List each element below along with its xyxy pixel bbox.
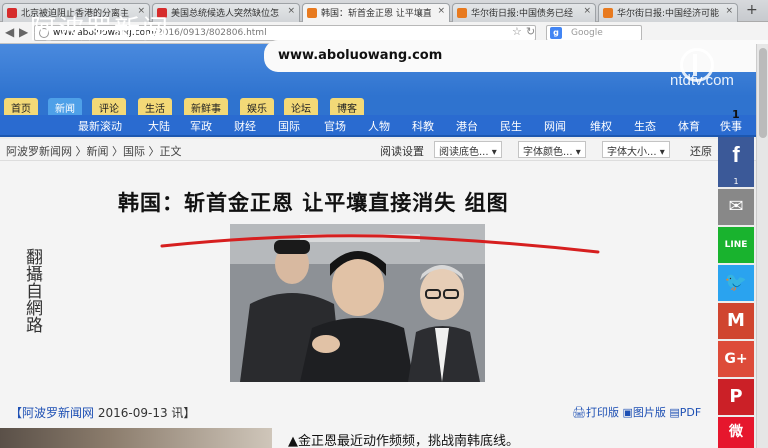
font-color-select[interactable]: 字体颜色... ▾ — [518, 141, 586, 158]
top-nav-blog[interactable]: 博客 — [330, 98, 364, 115]
google-plus-share-button[interactable]: G+ — [718, 341, 754, 377]
reload-icon[interactable]: ↻ — [526, 25, 535, 38]
category-latest[interactable]: 最新滚动 — [78, 118, 122, 134]
line-share-button[interactable]: LINE — [718, 227, 754, 263]
category-international[interactable]: 国际 — [278, 118, 300, 134]
watermark-text: ntdtv.com — [670, 72, 734, 89]
facebook-share-button[interactable]: f 1 — [718, 137, 754, 187]
article-teaser: ▲金正恩最近动作频频，挑战南韩底线。 — [288, 434, 519, 448]
close-tab-icon[interactable]: × — [583, 6, 591, 16]
red-underline-mark — [160, 234, 600, 254]
restore-button[interactable]: 还原 — [690, 143, 712, 159]
dateline-date: 2016-09-13 讯】 — [97, 406, 196, 420]
reading-settings-label: 阅读设置 — [380, 145, 424, 158]
photo-caption-vertical: 翻攝自網路 — [22, 248, 42, 333]
category-people[interactable]: 人物 — [368, 118, 390, 134]
category-livelihood[interactable]: 民生 — [500, 118, 522, 134]
site-top-nav: 首页 新闻 评论 生活 新鲜事 娱乐 论坛 博客 — [0, 96, 768, 115]
browser-tab-4[interactable]: 华尔街日报:中国债务已经 × — [452, 3, 596, 22]
article-dateline: 【阿波罗新闻网 2016-09-13 讯】 — [10, 404, 195, 421]
site-domain: www.aboluowang.com — [278, 48, 443, 63]
favicon-icon — [307, 8, 317, 18]
category-mainland[interactable]: 大陆 — [148, 118, 170, 134]
font-size-select[interactable]: 字体大小... ▾ — [602, 141, 670, 158]
forward-button[interactable]: ▶ — [19, 25, 28, 39]
facebook-icon: f — [732, 142, 740, 167]
favicon-icon — [457, 8, 467, 18]
favicon-icon — [603, 8, 613, 18]
google-icon: g — [550, 27, 562, 39]
top-nav-ent[interactable]: 娱乐 — [240, 98, 274, 115]
pinterest-share-button[interactable]: P — [718, 379, 754, 415]
url-path: /2016/0913/802806.html — [153, 28, 267, 38]
toolbar-row: 阿波罗新闻网 〉新闻 〉国际 〉正文 阅读设置 阅读底色... ▾ 字体颜色..… — [0, 139, 768, 161]
search-placeholder: Google — [571, 28, 603, 38]
facebook-count: 1 — [733, 177, 739, 186]
close-tab-icon[interactable]: × — [725, 6, 733, 16]
new-tab-button[interactable]: + — [746, 2, 758, 18]
twitter-share-button[interactable]: 🐦 — [718, 265, 754, 301]
search-input[interactable]: g Google — [546, 25, 642, 41]
background-color-select[interactable]: 阅读底色... ▾ — [434, 141, 502, 158]
pinterest-icon: P — [729, 386, 743, 407]
email-share-button[interactable]: ✉ — [718, 189, 754, 225]
google-plus-icon: G+ — [724, 351, 748, 367]
print-version-links[interactable]: 🖨打印版 ▣图片版 ▤PDF — [572, 404, 701, 420]
weibo-icon: 微 — [729, 424, 743, 440]
browser-tab-5[interactable]: 华尔街日报:中国经济可能 × — [598, 3, 738, 22]
share-count: 1 — [732, 108, 740, 121]
category-rights[interactable]: 维权 — [590, 118, 612, 134]
select-value: 阅读底色... — [439, 147, 489, 158]
twitter-icon: 🐦 — [724, 272, 748, 293]
category-officialdom[interactable]: 官场 — [324, 118, 346, 134]
breadcrumb[interactable]: 阿波罗新闻网 〉新闻 〉国际 〉正文 — [6, 143, 182, 159]
bookmark-star-icon[interactable]: ☆ — [512, 25, 522, 38]
select-value: 字体颜色... — [523, 147, 573, 158]
close-tab-icon[interactable]: × — [287, 6, 295, 16]
mail-icon: ✉ — [728, 196, 744, 217]
top-nav-life[interactable]: 生活 — [138, 98, 172, 115]
back-button[interactable]: ◀ — [5, 25, 14, 39]
category-bar: 最新滚动 大陆 军政 财经 国际 官场 人物 科教 港台 民生 网闻 维权 生态… — [0, 115, 768, 137]
gmail-icon: M — [727, 310, 745, 331]
page-scrollbar[interactable] — [756, 44, 768, 448]
category-web[interactable]: 网闻 — [544, 118, 566, 134]
scrollbar-thumb[interactable] — [759, 48, 767, 138]
category-finance[interactable]: 财经 — [234, 118, 256, 134]
line-icon: LINE — [724, 240, 748, 250]
browser-tab-2[interactable]: 美国总统候选人突然缺位怎 × — [152, 3, 300, 22]
category-ecology[interactable]: 生态 — [634, 118, 656, 134]
top-nav-fresh[interactable]: 新鲜事 — [184, 98, 228, 115]
category-sci-edu[interactable]: 科教 — [412, 118, 434, 134]
category-sports[interactable]: 体育 — [678, 118, 700, 134]
browser-tab-3[interactable]: 韩国：斩首金正恩 让平壤直 × — [302, 3, 450, 22]
dateline-source[interactable]: 【阿波罗新闻网 — [10, 406, 94, 420]
close-tab-icon[interactable]: × — [437, 6, 445, 16]
weibo-share-button[interactable]: 微 — [718, 417, 754, 448]
teaser-image[interactable] — [0, 428, 272, 448]
top-nav-comment[interactable]: 评论 — [92, 98, 126, 115]
top-nav-home[interactable]: 首页 — [4, 98, 38, 115]
gmail-share-button[interactable]: M — [718, 303, 754, 339]
category-military[interactable]: 军政 — [190, 118, 212, 134]
category-hk-tw[interactable]: 港台 — [456, 118, 478, 134]
top-nav-forum[interactable]: 论坛 — [284, 98, 318, 115]
select-value: 字体大小... — [607, 147, 657, 158]
article-headline: 韩国：斩首金正恩 让平壤直接消失 组图 — [118, 191, 509, 215]
top-nav-news[interactable]: 新闻 — [48, 98, 82, 115]
site-logo[interactable]: 阿波罗新闻 — [30, 9, 170, 46]
favicon-icon — [7, 8, 17, 18]
